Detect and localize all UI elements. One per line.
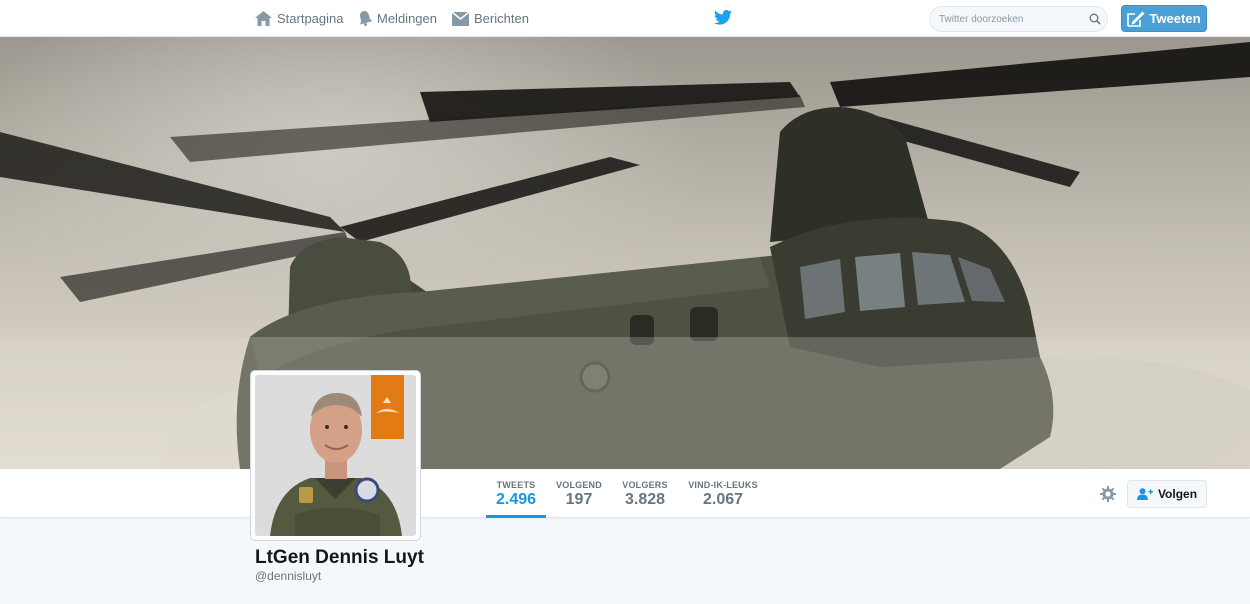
stat-tweets-value: 2.496 [495, 491, 537, 508]
follow-button[interactable]: Volgen [1127, 480, 1207, 508]
nav-messages[interactable]: Berichten [452, 0, 529, 37]
follow-button-label: Volgen [1157, 487, 1198, 501]
banner-helicopter-image [0, 42, 1250, 469]
profile-name[interactable]: LtGen Dennis Luyt [255, 547, 424, 569]
avatar-photo [255, 375, 416, 536]
tweet-button[interactable]: Tweeten [1121, 5, 1207, 32]
stat-followers-value: 3.828 [624, 491, 666, 508]
stat-following-value: 197 [565, 491, 593, 508]
profile-handle[interactable]: @dennisluyt [255, 569, 321, 583]
gear-icon[interactable] [1100, 486, 1116, 502]
stat-following[interactable]: VOLGEND 197 [556, 469, 602, 518]
nav-home[interactable]: Startpagina [255, 0, 344, 37]
nav-notifications-label: Meldingen [377, 11, 437, 26]
top-navigation-bar: Startpagina Meldingen Berichten Tweeten [0, 0, 1250, 37]
nav-notifications[interactable]: Meldingen [358, 0, 437, 37]
compose-icon [1127, 11, 1145, 27]
nav-home-label: Startpagina [277, 11, 344, 26]
add-user-icon [1136, 488, 1153, 500]
search-box[interactable] [929, 6, 1108, 32]
search-input[interactable] [939, 11, 1084, 28]
stat-followers-label: VOLGERS [622, 480, 668, 490]
stat-tweets[interactable]: TWEETS 2.496 [486, 469, 546, 518]
stat-followers[interactable]: VOLGERS 3.828 [622, 469, 668, 518]
envelope-icon [452, 11, 469, 26]
stat-likes-label: VIND-IK-LEUKS [688, 480, 758, 490]
profile-avatar[interactable] [250, 370, 421, 541]
nav-messages-label: Berichten [474, 11, 529, 26]
bell-icon [359, 11, 372, 26]
tweet-button-label: Tweeten [1149, 11, 1201, 26]
profile-navigation: TWEETS 2.496 VOLGEND 197 VOLGERS 3.828 V… [0, 469, 1250, 518]
home-icon [255, 11, 272, 26]
avatar-portrait-image [255, 375, 416, 536]
stat-likes[interactable]: VIND-IK-LEUKS 2.067 [688, 469, 758, 518]
profile-banner [0, 37, 1250, 469]
search-icon[interactable] [1089, 13, 1101, 25]
twitter-bird-icon[interactable] [714, 10, 732, 25]
stat-tweets-label: TWEETS [496, 480, 536, 490]
stat-following-label: VOLGEND [556, 480, 602, 490]
stat-likes-value: 2.067 [702, 491, 744, 508]
